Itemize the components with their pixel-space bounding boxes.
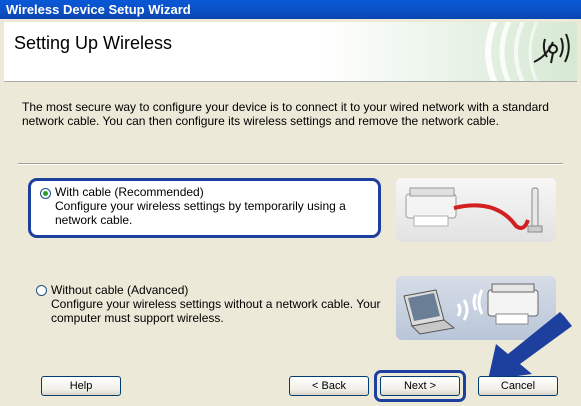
intro-text: The most secure way to configure your de… — [22, 100, 549, 128]
back-button[interactable]: < Back — [289, 376, 369, 396]
window-titlebar[interactable]: Wireless Device Setup Wizard — [0, 0, 581, 19]
window-title: Wireless Device Setup Wizard — [6, 2, 191, 17]
next-button[interactable]: Next > — [380, 376, 460, 396]
option-with-cable-description: Configure your wireless settings by temp… — [55, 199, 346, 227]
wizard-window: Wireless Device Setup Wizard Setting Up … — [0, 0, 581, 406]
option-without-cable-label[interactable]: Without cable (Advanced) — [51, 283, 188, 297]
option-without-cable-description: Configure your wireless settings without… — [51, 297, 381, 325]
option-without-cable[interactable]: Without cable (Advanced) Configure your … — [36, 283, 381, 335]
separator — [18, 163, 563, 165]
pointer-arrow-icon — [488, 312, 572, 380]
page-title: Setting Up Wireless — [14, 33, 173, 53]
cancel-button[interactable]: Cancel — [478, 376, 558, 396]
radio-selected-dot — [43, 191, 48, 196]
wired-printer-illustration — [396, 178, 556, 242]
wizard-header: Setting Up Wireless — [4, 22, 577, 82]
wireless-logo-icon — [485, 22, 570, 81]
radio-with-cable[interactable] — [40, 188, 51, 199]
radio-without-cable[interactable] — [36, 285, 47, 296]
option-with-cable[interactable]: With cable (Recommended) Configure your … — [28, 178, 381, 238]
option-with-cable-label[interactable]: With cable (Recommended) — [55, 185, 204, 199]
help-button[interactable]: Help — [41, 376, 121, 396]
